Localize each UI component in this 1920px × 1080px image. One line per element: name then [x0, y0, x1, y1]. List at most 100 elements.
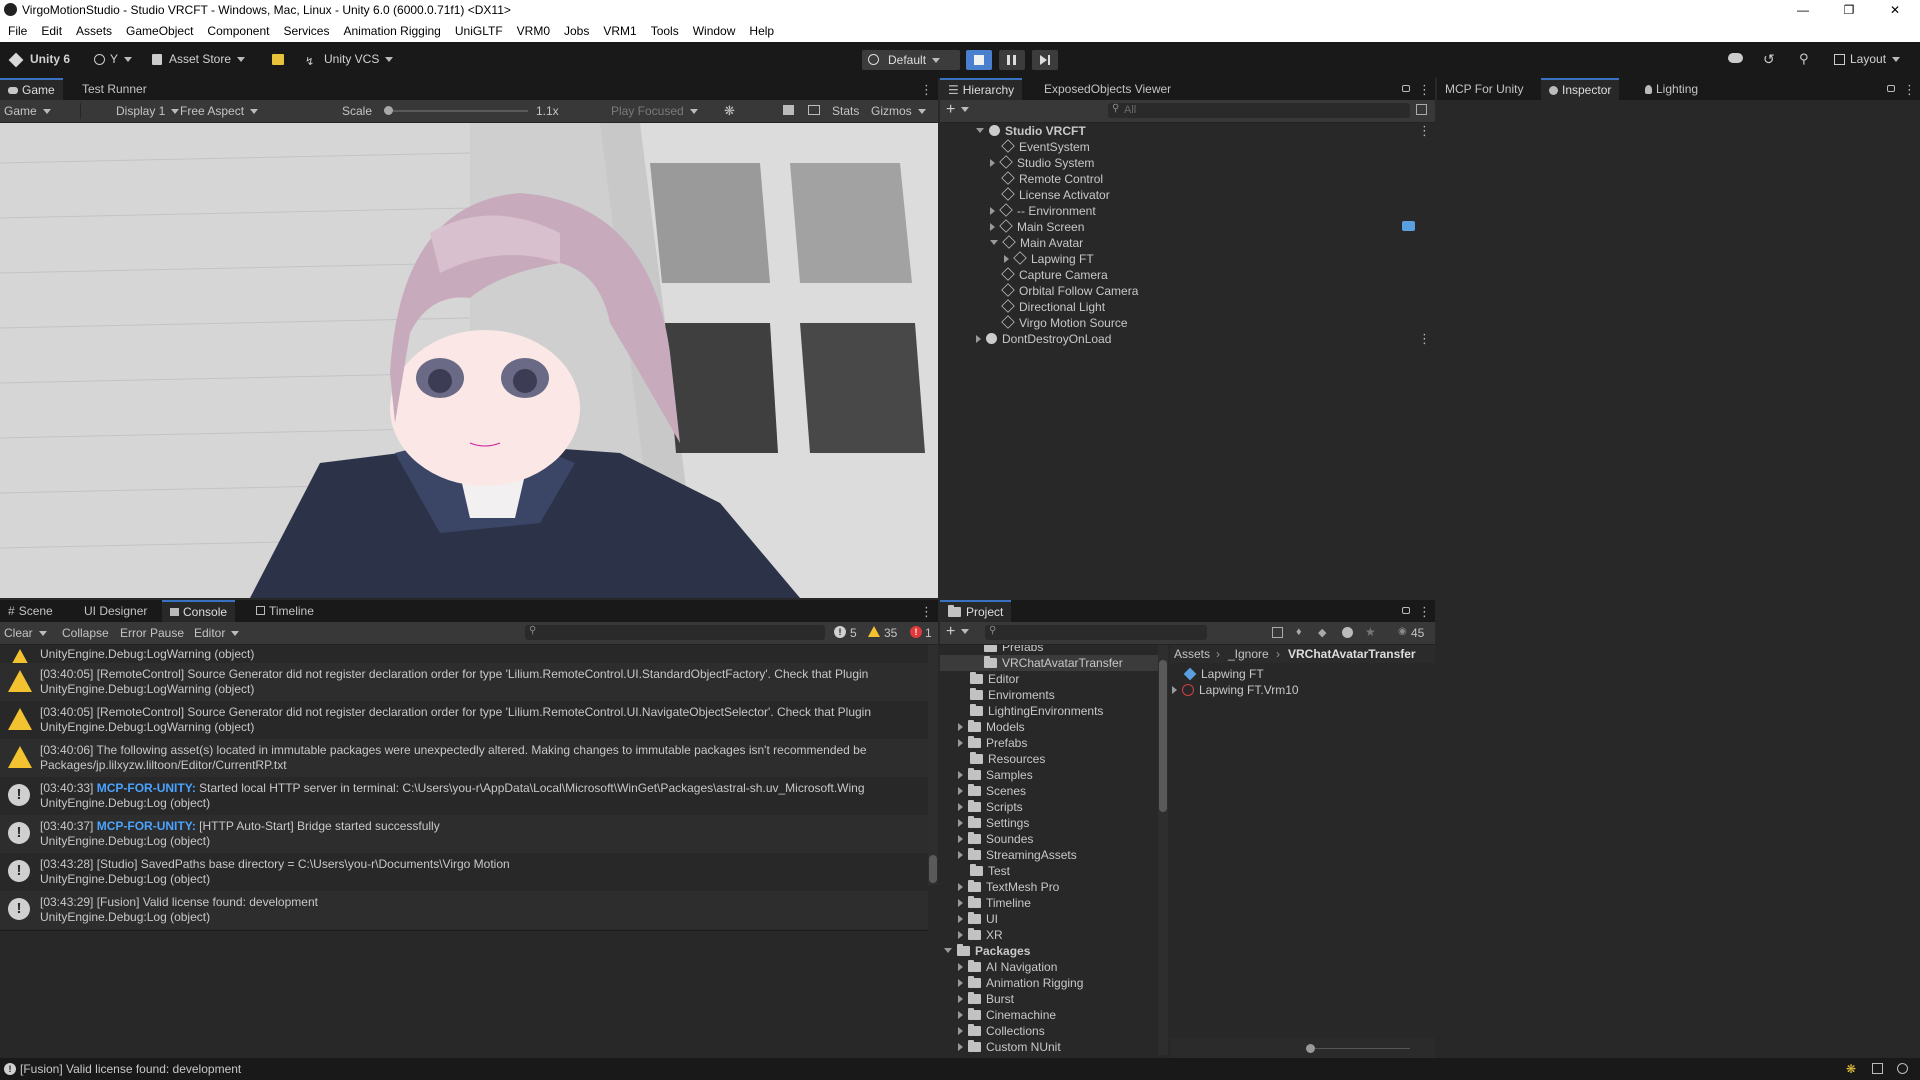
folder-item[interactable]: Collections — [958, 1023, 1045, 1039]
tag-icon[interactable]: ◆ — [1318, 626, 1326, 639]
error-count[interactable]: 1 — [925, 626, 932, 640]
hierarchy-item[interactable]: EventSystem — [1001, 139, 1090, 155]
folder-item[interactable]: StreamingAssets — [958, 847, 1077, 863]
expand-arrow-icon[interactable] — [990, 223, 995, 231]
project-tree-scroll-thumb[interactable] — [1159, 660, 1167, 812]
expand-arrow-icon[interactable] — [958, 963, 963, 971]
collapse-button[interactable]: Collapse — [62, 626, 109, 640]
create-button[interactable]: + — [946, 623, 969, 641]
close-icon[interactable]: ✕ — [1872, 0, 1918, 20]
bug-report-icon[interactable]: ❋ — [1846, 1062, 1856, 1076]
expand-arrow-icon[interactable] — [990, 207, 995, 215]
menu-jobs[interactable]: Jobs — [557, 20, 596, 42]
expand-arrow-icon[interactable] — [958, 787, 963, 795]
menu-tools[interactable]: Tools — [644, 20, 686, 42]
breadcrumb-current[interactable]: VRChatAvatarTransfer — [1288, 647, 1416, 661]
folder-item[interactable]: Animation Rigging — [958, 975, 1083, 991]
folder-item[interactable]: Soundes — [958, 831, 1033, 847]
folder-item[interactable]: XR — [958, 927, 1003, 943]
tab-ui-designer[interactable]: UI Designer — [76, 600, 155, 622]
console-entry[interactable]: UnityEngine.Debug:LogWarning (object) — [0, 645, 928, 671]
expand-arrow-icon[interactable] — [958, 883, 963, 891]
folder-item[interactable]: AI Navigation — [958, 959, 1057, 975]
hierarchy-item[interactable]: Lapwing FT — [1004, 251, 1094, 267]
expand-arrow-icon[interactable] — [958, 835, 963, 843]
tab-game[interactable]: Game — [0, 78, 63, 102]
clear-button[interactable]: Clear — [4, 626, 47, 640]
game-viewport[interactable] — [0, 123, 938, 598]
asset-item[interactable]: Lapwing FT.Vrm10 — [1172, 682, 1299, 698]
expand-arrow-icon[interactable] — [990, 159, 995, 167]
hierarchy-search-input[interactable]: ⚲ All — [1108, 103, 1410, 118]
console-entry[interactable]: [03:40:05] [RemoteControl] Source Genera… — [0, 701, 928, 739]
bug-icon[interactable]: ❋ — [724, 103, 735, 119]
unity-vcs-dropdown[interactable]: Unity VCS — [324, 52, 393, 66]
search-by-type-icon[interactable] — [1272, 627, 1283, 638]
folder-item[interactable]: Test — [970, 863, 1010, 879]
gizmos-dropdown[interactable]: Gizmos — [871, 104, 926, 118]
folder-item[interactable]: Models — [958, 719, 1025, 735]
step-button[interactable] — [1032, 50, 1058, 70]
expand-arrow-icon[interactable] — [958, 1011, 963, 1019]
grid-icon[interactable] — [808, 105, 820, 115]
tab-lighting[interactable]: Lighting — [1637, 78, 1706, 100]
hierarchy-item[interactable]: -- Environment — [990, 203, 1096, 219]
scale-slider[interactable] — [384, 110, 528, 112]
folder-item[interactable]: Burst — [958, 991, 1014, 1007]
tab-project[interactable]: Project — [940, 600, 1012, 624]
folder-item[interactable]: Editor — [970, 671, 1019, 687]
folder-item[interactable]: Scripts — [958, 799, 1023, 815]
expand-arrow-icon[interactable] — [976, 335, 981, 343]
console-entry[interactable]: ! [03:43:28] [Studio] SavedPaths base di… — [0, 853, 928, 891]
tab-timeline[interactable]: Timeline — [248, 600, 322, 622]
pause-button[interactable] — [999, 50, 1025, 70]
menu-window[interactable]: Window — [686, 20, 743, 42]
console-search-input[interactable]: ⚲ — [525, 625, 825, 640]
hierarchy-item[interactable]: License Activator — [1001, 187, 1110, 203]
folder-item[interactable]: LightingEnvironments — [970, 703, 1103, 719]
collapse-arrow-icon[interactable] — [990, 240, 998, 245]
menu-services[interactable]: Services — [276, 20, 336, 42]
folder-item[interactable]: UI — [958, 911, 998, 927]
folder-item[interactable]: Scenes — [958, 783, 1026, 799]
hierarchy-item[interactable]: Studio System — [990, 155, 1094, 171]
folder-item[interactable]: TextMesh Pro — [958, 879, 1059, 895]
hierarchy-item[interactable]: Orbital Follow Camera — [1001, 283, 1138, 299]
progress-icon[interactable] — [1897, 1063, 1908, 1074]
hierarchy-item[interactable]: Main Screen — [990, 219, 1084, 235]
tab-console[interactable]: Console — [162, 600, 236, 624]
restore-icon[interactable]: ❐ — [1826, 0, 1872, 20]
menu-animation-rigging[interactable]: Animation Rigging — [336, 20, 447, 42]
search-by-label-icon[interactable]: ♦ — [1296, 626, 1302, 638]
breadcrumb-assets[interactable]: Assets — [1174, 647, 1210, 661]
favorite-star-icon[interactable]: ★ — [1365, 625, 1376, 639]
folder-item[interactable]: Samples — [958, 767, 1033, 783]
hierarchy-item[interactable]: Virgo Motion Source — [1001, 315, 1128, 331]
console-entry[interactable]: ! [03:40:37] MCP-FOR-UNITY: [HTTP Auto-S… — [0, 815, 928, 853]
scale-slider-handle[interactable] — [384, 106, 393, 115]
panel-menu-icon[interactable]: ⋮ — [920, 604, 933, 620]
asset-item[interactable]: Lapwing FT — [1183, 666, 1264, 682]
expand-arrow-icon[interactable] — [958, 851, 963, 859]
cloud-icon[interactable] — [1728, 53, 1743, 63]
status-message[interactable]: [Fusion] Valid license found: developmen… — [20, 1062, 241, 1076]
menu-gameobject[interactable]: GameObject — [119, 20, 200, 42]
hierarchy-item[interactable]: Main Avatar — [990, 235, 1083, 251]
panel-menu-icon[interactable]: ⋮ — [1418, 604, 1431, 620]
tab-inspector[interactable]: Inspector — [1541, 78, 1620, 102]
folder-item-selected[interactable]: VRChatAvatarTransfer — [940, 655, 1158, 671]
folder-item-packages[interactable]: Packages — [944, 943, 1030, 959]
project-search-input[interactable]: ⚲ — [985, 625, 1207, 640]
account-dropdown[interactable]: Y — [110, 52, 132, 66]
expand-arrow-icon[interactable] — [976, 128, 984, 133]
console-entry[interactable]: [03:40:05] [RemoteControl] Source Genera… — [0, 663, 928, 701]
minimize-icon[interactable]: — — [1780, 0, 1826, 20]
scene-menu-icon[interactable]: ⋮ — [1418, 331, 1431, 347]
error-pause-button[interactable]: Error Pause — [120, 626, 184, 640]
tab-test-runner[interactable]: Test Runner — [74, 78, 155, 100]
hierarchy-item[interactable]: Directional Light — [1001, 299, 1105, 315]
expand-arrow-icon[interactable] — [958, 819, 963, 827]
expand-arrow-icon[interactable] — [958, 1043, 963, 1051]
create-button[interactable]: + — [946, 101, 969, 119]
tab-mcp-for-unity[interactable]: MCP For Unity — [1437, 78, 1531, 100]
